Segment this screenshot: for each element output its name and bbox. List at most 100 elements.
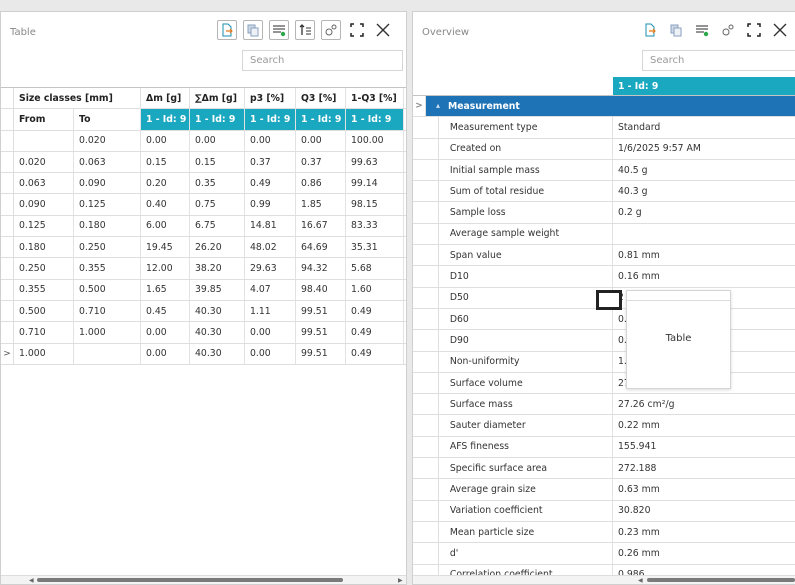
table-cell[interactable]: 64.69 bbox=[296, 237, 346, 258]
scrollbar-thumb[interactable] bbox=[647, 578, 795, 582]
table-cell[interactable]: 29.63 bbox=[245, 258, 296, 279]
table-cell[interactable]: 0.49 bbox=[245, 173, 296, 194]
property-row[interactable]: d' 0.26 mm bbox=[413, 543, 795, 565]
table-row[interactable]: 0.710 1.000 0.00 40.30 0.00 99.51 0.49 bbox=[1, 322, 406, 344]
table-cell[interactable]: 0.20 bbox=[141, 173, 190, 194]
table-cell[interactable]: 1.11 bbox=[245, 300, 296, 322]
expand-icon[interactable]: > bbox=[413, 96, 426, 117]
property-value[interactable]: 30.820 bbox=[613, 501, 795, 521]
table-cell[interactable]: 0.49 bbox=[346, 300, 404, 322]
column-header[interactable]: 1-Q3 [%] bbox=[346, 88, 404, 109]
table-cell[interactable]: 40.30 bbox=[190, 343, 245, 364]
column-header[interactable]: To bbox=[74, 109, 141, 130]
property-row[interactable]: Initial sample mass 40.5 g bbox=[413, 159, 795, 182]
property-row[interactable]: Non-uniformity1.5 bbox=[413, 351, 795, 373]
table-cell[interactable]: 0.020 bbox=[14, 151, 74, 173]
table-cell[interactable]: 0.00 bbox=[245, 130, 296, 151]
property-row[interactable]: AFS fineness 155.941 bbox=[413, 436, 795, 459]
table-cell[interactable]: 0.00 bbox=[245, 343, 296, 364]
table-cell[interactable]: 0.250 bbox=[14, 258, 74, 279]
table-cell[interactable]: 98.40 bbox=[296, 279, 346, 300]
section-row-measurement[interactable]: > ▴ Measurement bbox=[413, 96, 795, 118]
close-button[interactable] bbox=[373, 20, 393, 40]
table-cell[interactable]: 0.125 bbox=[74, 194, 141, 215]
table-cell[interactable]: 0.180 bbox=[74, 215, 141, 237]
table-cell[interactable]: 0.710 bbox=[74, 300, 141, 322]
table-cell[interactable]: 1.60 bbox=[346, 279, 404, 300]
column-settings-button[interactable] bbox=[692, 20, 712, 40]
property-value[interactable]: Standard bbox=[613, 117, 795, 137]
table-cell[interactable]: 35.31 bbox=[346, 237, 404, 258]
export-button[interactable] bbox=[640, 20, 660, 40]
table-cell[interactable]: 40.30 bbox=[190, 300, 245, 322]
property-value[interactable]: 0.23 mm bbox=[613, 522, 795, 542]
table-row[interactable]: 0.125 0.180 6.00 6.75 14.81 16.67 83.33 bbox=[1, 215, 406, 238]
table-cell[interactable]: 1.000 bbox=[14, 343, 74, 364]
property-row[interactable]: Average sample weight bbox=[413, 223, 795, 246]
property-row[interactable]: D10 0.16 mm bbox=[413, 266, 795, 288]
table-cell[interactable] bbox=[14, 130, 74, 151]
table-cell[interactable]: 0.020 bbox=[74, 130, 141, 151]
table-cell[interactable] bbox=[74, 343, 141, 364]
table-cell[interactable]: 0.75 bbox=[190, 194, 245, 215]
column-header[interactable]: p3 [%] bbox=[245, 88, 296, 109]
property-row[interactable]: Average grain size 0.63 mm bbox=[413, 479, 795, 501]
table-cell[interactable]: 0.00 bbox=[245, 322, 296, 343]
table-cell[interactable]: 0.063 bbox=[14, 173, 74, 194]
property-value[interactable]: 27.26 cm²/g bbox=[613, 394, 795, 414]
property-row[interactable]: Created on 1/6/2025 9:57 AM bbox=[413, 138, 795, 160]
table-cell[interactable]: 99.63 bbox=[346, 151, 404, 173]
property-row[interactable]: D900.3 bbox=[413, 330, 795, 352]
property-value[interactable]: 0.26 mm bbox=[613, 543, 795, 563]
table-cell[interactable]: 1.85 bbox=[296, 194, 346, 215]
table-cell[interactable]: 100.00 bbox=[346, 130, 404, 151]
export-button[interactable] bbox=[217, 20, 237, 40]
property-value[interactable]: 1/6/2025 9:57 AM bbox=[613, 139, 795, 159]
property-row[interactable]: D600.2 bbox=[413, 308, 795, 331]
copy-button[interactable] bbox=[243, 20, 263, 40]
table-popup[interactable]: Table bbox=[626, 290, 731, 389]
property-row[interactable]: Surface volume27. bbox=[413, 372, 795, 395]
table-cell[interactable]: 16.67 bbox=[296, 215, 346, 237]
property-value[interactable]: 0.63 mm bbox=[613, 479, 795, 499]
table-cell[interactable]: 99.51 bbox=[296, 322, 346, 343]
table-cell[interactable]: 0.710 bbox=[14, 322, 74, 343]
table-cell[interactable]: 1.000 bbox=[74, 322, 141, 343]
property-row[interactable]: Measurement type Standard bbox=[413, 117, 795, 139]
table-cell[interactable]: 0.063 bbox=[74, 151, 141, 173]
property-value[interactable]: 0.2 g bbox=[613, 202, 795, 222]
column-header[interactable]: From bbox=[14, 109, 74, 130]
table-cell[interactable]: 0.00 bbox=[141, 343, 190, 364]
table-cell[interactable]: 19.45 bbox=[141, 237, 190, 258]
property-row[interactable]: Sample loss 0.2 g bbox=[413, 202, 795, 224]
table-cell[interactable]: 0.99 bbox=[245, 194, 296, 215]
search-input[interactable]: Search bbox=[242, 50, 403, 71]
table-cell[interactable]: 0.090 bbox=[74, 173, 141, 194]
property-row[interactable]: Specific surface area 272.188 bbox=[413, 458, 795, 480]
table-cell[interactable]: 0.125 bbox=[14, 215, 74, 237]
table-cell[interactable]: 0.37 bbox=[296, 151, 346, 173]
table-row[interactable]: 0.090 0.125 0.40 0.75 0.99 1.85 98.15 bbox=[1, 194, 406, 216]
table-row[interactable]: 0.250 0.355 12.00 38.20 29.63 94.32 5.68 bbox=[1, 258, 406, 280]
table-row[interactable]: 0.020 0.00 0.00 0.00 0.00 100.00 bbox=[1, 130, 406, 152]
table-cell[interactable]: 0.49 bbox=[346, 322, 404, 343]
scroll-left-icon[interactable]: ◀ bbox=[638, 577, 643, 584]
column-settings-button[interactable] bbox=[269, 20, 289, 40]
copy-button[interactable] bbox=[666, 20, 686, 40]
table-cell[interactable]: 0.00 bbox=[190, 130, 245, 151]
table-cell[interactable]: 0.00 bbox=[141, 130, 190, 151]
table-cell[interactable]: 1.65 bbox=[141, 279, 190, 300]
table-cell[interactable]: 99.14 bbox=[346, 173, 404, 194]
property-value[interactable]: 40.5 g bbox=[613, 160, 795, 180]
table-cell[interactable]: 98.15 bbox=[346, 194, 404, 215]
property-value[interactable]: 155.941 bbox=[613, 437, 795, 457]
property-row[interactable]: Sauter diameter 0.22 mm bbox=[413, 415, 795, 437]
property-value[interactable] bbox=[613, 224, 795, 244]
table-row[interactable]: >1.000 0.00 40.30 0.00 99.51 0.49 bbox=[1, 343, 406, 365]
property-value[interactable]: 0.16 mm bbox=[613, 266, 795, 286]
table-cell[interactable]: 83.33 bbox=[346, 215, 404, 237]
settings-button[interactable] bbox=[718, 20, 738, 40]
table-row[interactable]: 0.180 0.250 19.45 26.20 48.02 64.69 35.31 bbox=[1, 237, 406, 259]
table-cell[interactable]: 0.00 bbox=[296, 130, 346, 151]
table-cell[interactable]: 12.00 bbox=[141, 258, 190, 279]
